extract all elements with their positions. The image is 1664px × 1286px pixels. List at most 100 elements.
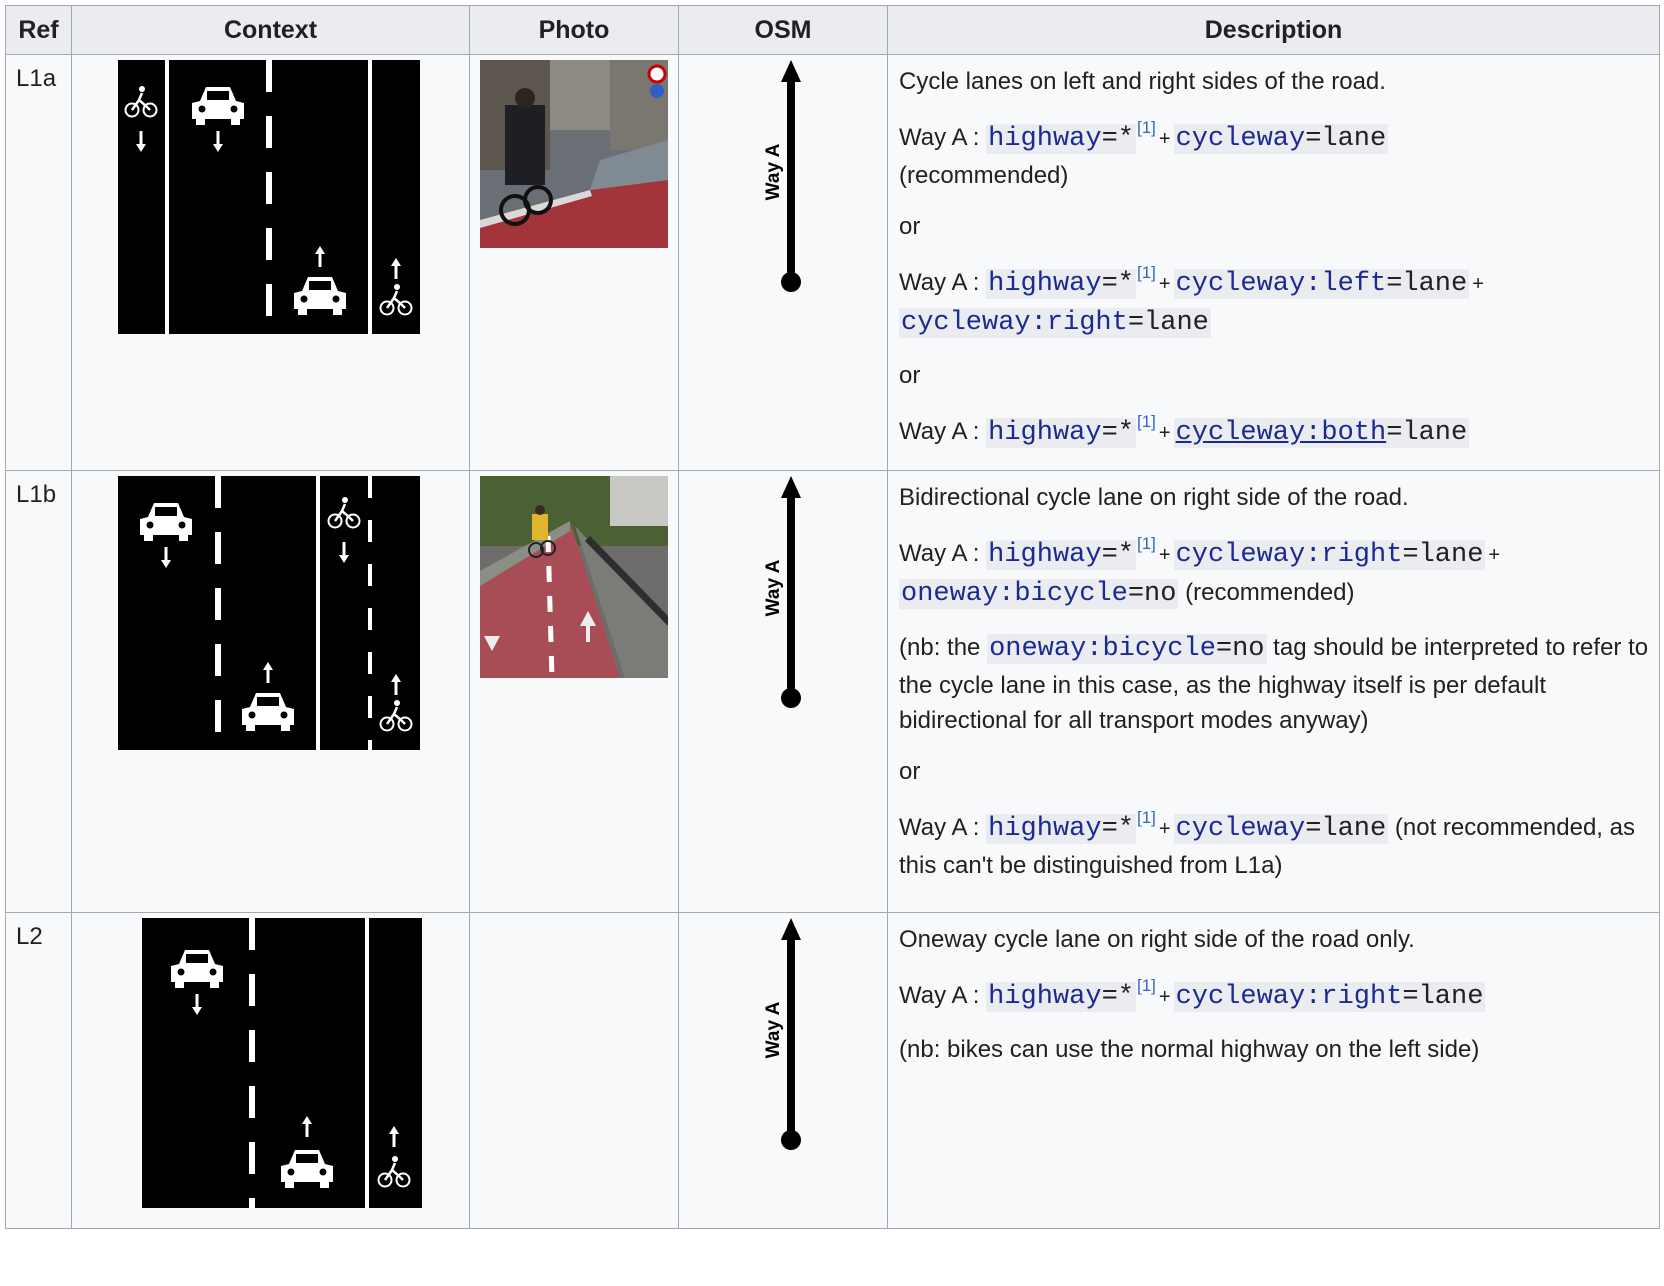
table-header-row: Ref Context Photo OSM Description [5,5,1660,55]
way-label: Way A [763,559,784,616]
row-ref-l2: L2 [5,912,72,1229]
tag-cycleway: cycleway=lane [1173,123,1389,154]
row-ref-l1b: L1b [5,470,72,913]
tag-value: lane [1321,123,1387,154]
context-cell [71,912,470,1229]
tag-option: Way A : highway=* [1]+ cycleway=lane (reco… [899,117,1389,189]
tag-key-link[interactable]: cycleway:right [1176,540,1403,570]
cycle-lane-table: Ref Context Photo OSM Description L1a Wa… [5,5,1660,1229]
header-ref[interactable]: Ref [5,5,72,55]
way-label: Way A [763,1001,784,1058]
tag-value: * [1117,123,1134,154]
recommended-note: (recommended) [899,161,1069,189]
nb-note-text: (nb: the [899,634,988,662]
osm-cell: Way A [678,912,888,1229]
tag-highway: highway=* [986,268,1136,299]
tag-value: * [1117,539,1134,570]
description-lead: Cycle lanes on left and right sides of t… [899,68,1386,95]
tag-option: Way A : highway=* [1]+ cycleway:right=lane [899,975,1486,1012]
way-a-arrow-diagram[interactable]: Way A [759,918,819,1153]
description-lead: Oneway cycle lane on right side of the r… [899,926,1415,953]
tag-value: no [1232,634,1265,665]
tag-key-link[interactable]: highway [988,124,1101,154]
or-separator: or [899,757,921,785]
tag-key-link[interactable]: oneway:bicycle [989,634,1216,664]
osm-cell: Way A [678,470,888,913]
bidirectional-lane-photo-image[interactable] [480,476,668,678]
or-separator: or [899,361,921,389]
tag-value: lane [1144,307,1209,338]
tag-value: * [1117,981,1134,1012]
footnote-link[interactable]: [1] [1137,118,1156,137]
tag-value: lane [1402,417,1468,448]
tag-value: * [1117,813,1134,844]
header-osm[interactable]: OSM [678,5,888,55]
tag-option: Way A : highway=* [1]+ cycleway=lane (not … [899,807,1635,879]
tag-option: Way A : highway=* [1]+ cycleway:right=lane… [899,533,1501,609]
tag-oneway-bicycle: oneway:bicycle=no [987,634,1267,665]
cyclist-photo-image[interactable] [480,60,668,248]
tag-option: Way A : highway=* [1]+ cycleway:left=lane +… [899,262,1484,338]
way-a-arrow-diagram[interactable]: Way A [759,476,819,711]
way-label: Way A [763,143,784,200]
way-prefix: Way A : [899,268,987,296]
tag-key-link[interactable]: highway [988,814,1101,844]
road-diagram-image[interactable] [118,60,420,334]
tag-highway: highway=* [986,981,1136,1012]
footnote-link[interactable]: [1] [1137,412,1156,431]
nb-note: (nb: the oneway:bicycle=no tag should be… [899,630,1649,739]
road-diagram-image[interactable] [118,476,420,750]
tag-key-link[interactable]: oneway:bicycle [901,579,1128,609]
tag-highway: highway=* [986,813,1136,844]
tag-key-link[interactable]: highway [988,982,1101,1012]
tag-value: lane [1321,813,1387,844]
tag-value: lane [1418,981,1484,1012]
photo-cell [469,54,679,471]
description-cell-l1a: Cycle lanes on left and right sides of t… [887,54,1660,471]
way-prefix: Way A : [899,813,987,841]
photo-cell-empty [469,912,679,1229]
header-context[interactable]: Context [71,5,470,55]
table-row: L2 Way A Oneway cycle lane on right side… [5,912,1660,1229]
way-prefix: Way A : [899,123,987,151]
tag-key-link[interactable]: cycleway:left [1176,269,1387,299]
tag-key-link[interactable]: highway [988,269,1101,299]
tag-key-link[interactable]: cycleway:right [1176,982,1403,1012]
nb-note: (nb: bikes can use the normal highway on… [899,1035,1480,1063]
tag-cycleway-both: cycleway:both=lane [1173,417,1470,448]
tag-value: lane [1418,539,1484,570]
photo-cell [469,470,679,913]
footnote-link[interactable]: [1] [1137,976,1156,995]
recommended-note: (recommended) [1185,578,1355,606]
tag-highway: highway=* [986,123,1136,154]
way-prefix: Way A : [899,981,987,1009]
way-a-arrow-diagram[interactable]: Way A [759,60,819,295]
tag-cycleway: cycleway=lane [1173,813,1389,844]
footnote-link[interactable]: [1] [1137,534,1156,553]
tag-oneway-bicycle: oneway:bicycle=no [899,578,1179,609]
header-description[interactable]: Description [887,5,1660,55]
way-prefix: Way A : [899,417,987,445]
tag-key-link[interactable]: cycleway [1176,814,1306,844]
way-prefix: Way A : [899,539,987,567]
footnote-link[interactable]: [1] [1137,808,1156,827]
tag-key-link[interactable]: cycleway:both [1176,418,1387,448]
description-cell-l2: Oneway cycle lane on right side of the r… [887,912,1660,1229]
tag-value: no [1144,578,1177,609]
tag-cycleway-right: cycleway:right=lane [899,307,1211,338]
or-separator: or [899,212,921,240]
tag-key-link[interactable]: highway [988,540,1101,570]
tag-option: Way A : highway=* [1]+ cycleway:both=lane [899,411,1470,448]
tag-key-link[interactable]: cycleway:right [901,308,1128,338]
tag-key-link[interactable]: cycleway [1176,124,1306,154]
tag-value: * [1117,417,1134,448]
road-diagram-image[interactable] [142,918,422,1208]
table-row: L1a Way A Cycle lanes on left and right … [5,54,1660,471]
header-photo[interactable]: Photo [469,5,679,55]
osm-cell: Way A [678,54,888,471]
description-lead: Bidirectional cycle lane on right side o… [899,484,1409,511]
tag-highway: highway=* [986,417,1136,448]
footnote-link[interactable]: [1] [1137,263,1156,282]
row-ref-l1a: L1a [5,54,72,471]
tag-key-link[interactable]: highway [988,418,1101,448]
